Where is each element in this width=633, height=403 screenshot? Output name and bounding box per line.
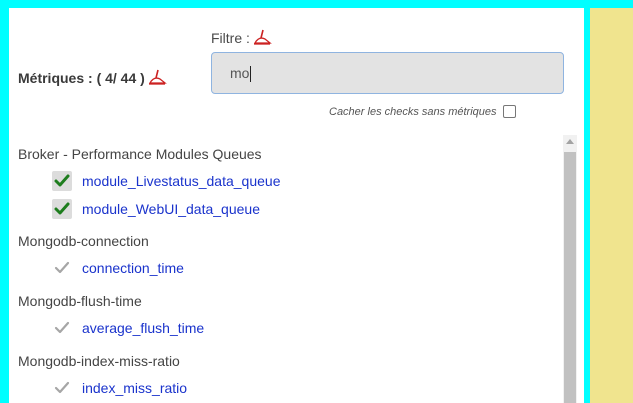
metric-link[interactable]: module_Livestatus_data_queue <box>82 173 281 189</box>
metric-item[interactable]: module_WebUI_data_queue <box>52 199 260 219</box>
checkmark-icon[interactable] <box>52 318 72 338</box>
filter-label-text: Filtre : <box>211 30 250 46</box>
metric-item[interactable]: average_flush_time <box>52 318 204 338</box>
group-title: Mongodb-flush-time <box>18 293 142 309</box>
clear-metrics-broom-icon[interactable] <box>147 69 167 87</box>
text-caret <box>250 66 252 83</box>
metric-link[interactable]: module_WebUI_data_queue <box>82 201 260 217</box>
checkmark-icon[interactable] <box>52 258 72 278</box>
metric-item[interactable]: connection_time <box>52 258 184 278</box>
metric-item[interactable]: module_Livestatus_data_queue <box>52 171 281 191</box>
checkmark-icon[interactable] <box>52 199 72 219</box>
filter-label: Filtre : <box>211 29 272 47</box>
checkmark-icon[interactable] <box>52 378 72 398</box>
list-scrollbar[interactable] <box>563 135 577 403</box>
search-value: mo <box>230 65 250 81</box>
metric-link[interactable]: connection_time <box>82 260 184 276</box>
group-title: Mongodb-connection <box>18 233 149 249</box>
group-title: Broker - Performance Modules Queues <box>18 146 262 162</box>
metrics-panel: Filtre : Métriques : ( 4/ 44 ) mo Cacher… <box>9 8 584 403</box>
scroll-thumb[interactable] <box>564 152 576 403</box>
filter-search-input[interactable]: mo <box>211 52 564 94</box>
group-title: Mongodb-index-miss-ratio <box>18 353 180 369</box>
frame-top <box>0 0 633 8</box>
clear-filter-broom-icon[interactable] <box>252 29 272 47</box>
metric-link[interactable]: average_flush_time <box>82 320 204 336</box>
metric-link[interactable]: index_miss_ratio <box>82 380 187 396</box>
hide-checks-row: Cacher les checks sans métriques <box>329 105 516 118</box>
frame-left <box>0 0 9 403</box>
hide-checks-checkbox[interactable] <box>502 105 516 118</box>
metrics-count-label: Métriques : ( 4/ 44 ) <box>18 69 167 87</box>
scroll-up-arrow-icon[interactable] <box>566 139 574 144</box>
metrics-label-text: Métriques : ( 4/ 44 ) <box>18 70 145 86</box>
metrics-list: Broker - Performance Modules Queues modu… <box>9 133 565 403</box>
hide-checks-label: Cacher les checks sans métriques <box>329 105 497 118</box>
metric-item[interactable]: index_miss_ratio <box>52 378 187 398</box>
checkmark-icon[interactable] <box>52 171 72 191</box>
frame-right <box>584 0 590 403</box>
